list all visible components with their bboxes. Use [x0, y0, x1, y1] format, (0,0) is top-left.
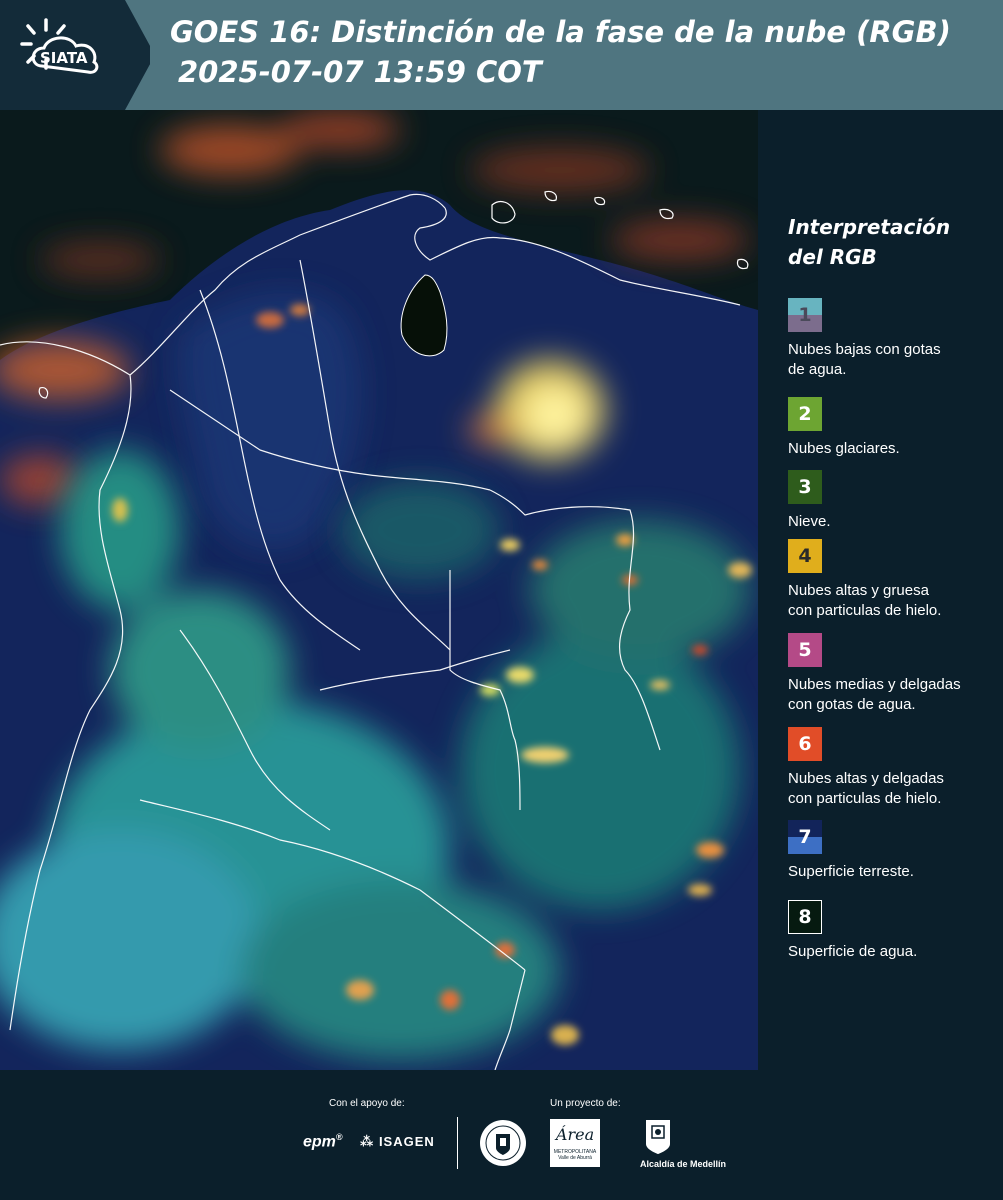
legend-label-line1: Superficie terreste. — [788, 863, 914, 880]
legend-number: 3 — [798, 476, 812, 498]
legend-label: Nubes glaciares. — [788, 439, 993, 459]
legend-label-line1: Nubes medias y delgadas — [788, 676, 961, 693]
page-title: GOES 16: Distinción de la fase de la nub… — [170, 15, 951, 49]
project-label: Un proyecto de: — [550, 1098, 621, 1109]
legend-title-line1: Interpretación — [788, 215, 951, 239]
isagen-logo: ⁂ ISAGEN — [360, 1134, 435, 1150]
legend-label: Nubes altas y delgadas con particulas de … — [788, 769, 993, 809]
legend-item: 3 Nieve. — [788, 470, 993, 532]
university-seal-icon — [478, 1118, 528, 1168]
epm-logo-text: epm — [303, 1133, 336, 1151]
legend-number: 8 — [798, 906, 812, 928]
legend-item: 4 Nubes altas y gruesa con particulas de h… — [788, 539, 993, 621]
legend-label-line1: Nubes bajas con gotas — [788, 341, 941, 358]
epm-logo: epm® — [303, 1132, 343, 1151]
area-logo-tagline: Valle de Aburrá — [558, 1155, 592, 1161]
legend-swatch: 7 — [788, 820, 822, 854]
legend-number: 7 — [798, 826, 812, 848]
legend-label-line1: Nubes altas y gruesa — [788, 582, 929, 599]
legend-number: 4 — [798, 545, 812, 567]
legend-swatch: 5 — [788, 633, 822, 667]
satellite-map — [0, 110, 758, 1070]
legend-item: 5 Nubes medias y delgadas con gotas de agu… — [788, 633, 993, 715]
legend-swatch: 2 — [788, 397, 822, 431]
legend-label-line1: Nubes glaciares. — [788, 440, 900, 457]
legend-number: 1 — [798, 304, 812, 326]
legend-label-line1: Superficie de agua. — [788, 943, 918, 960]
legend-number: 6 — [798, 733, 812, 755]
legend-label: Nubes altas y gruesa con particulas de hi… — [788, 581, 993, 621]
legend-label: Nubes bajas con gotas de agua. — [788, 340, 993, 380]
footer-divider — [457, 1117, 458, 1169]
timestamp: 2025-07-07 13:59 COT — [178, 55, 542, 89]
legend-item: 7 Superficie terreste. — [788, 820, 993, 882]
legend-number: 2 — [798, 403, 812, 425]
legend-swatch: 3 — [788, 470, 822, 504]
isagen-logo-text: ISAGEN — [378, 1134, 435, 1149]
legend-swatch: 6 — [788, 727, 822, 761]
legend-swatch: 4 — [788, 539, 822, 573]
legend-title: Interpretación del RGB — [788, 212, 993, 272]
legend-label-line1: Nubes altas y delgadas — [788, 770, 944, 787]
legend-item: 1 Nubes bajas con gotas de agua. — [788, 298, 993, 380]
legend-item: 6 Nubes altas y delgadas con particulas de… — [788, 727, 993, 809]
area-logo-title: Área — [555, 1125, 595, 1144]
legend-label-line2: de agua. — [788, 361, 847, 378]
legend-item: 8 Superficie de agua. — [788, 900, 993, 962]
area-metropolitana-logo: Área METROPOLITANA Valle de Aburrá — [550, 1119, 600, 1167]
footer: Con el apoyo de: Un proyecto de: epm® ⁂ … — [0, 1070, 1003, 1200]
isagen-mark-icon: ⁂ — [360, 1134, 375, 1149]
legend-swatch: 1 — [788, 298, 822, 332]
alcaldia-text: Alcaldía de Medellín — [640, 1159, 727, 1169]
siata-logo: SIATA — [0, 0, 155, 110]
legend-label: Superficie de agua. — [788, 942, 993, 962]
legend-label-line2: con particulas de hielo. — [788, 790, 942, 807]
logo-text: SIATA — [40, 49, 88, 67]
legend-label: Nieve. — [788, 512, 993, 532]
legend-panel: Interpretación del RGB 1 Nubes bajas con … — [788, 212, 993, 960]
legend-label-line1: Nieve. — [788, 513, 831, 530]
legend-label-line2: con gotas de agua. — [788, 696, 916, 713]
satellite-image — [0, 110, 758, 1070]
header-bar: SIATA GOES 16: Distinción de la fase de … — [0, 0, 1003, 110]
legend-label-line2: con particulas de hielo. — [788, 602, 942, 619]
legend-item: 2 Nubes glaciares. — [788, 397, 993, 459]
legend-label: Nubes medias y delgadas con gotas de agua… — [788, 675, 993, 715]
legend-label: Superficie terreste. — [788, 862, 993, 882]
legend-swatch: 8 — [788, 900, 822, 934]
legend-number: 5 — [798, 639, 812, 661]
legend-title-line2: del RGB — [788, 245, 877, 269]
medellin-crest-icon — [644, 1118, 672, 1156]
support-label: Con el apoyo de: — [329, 1098, 405, 1109]
